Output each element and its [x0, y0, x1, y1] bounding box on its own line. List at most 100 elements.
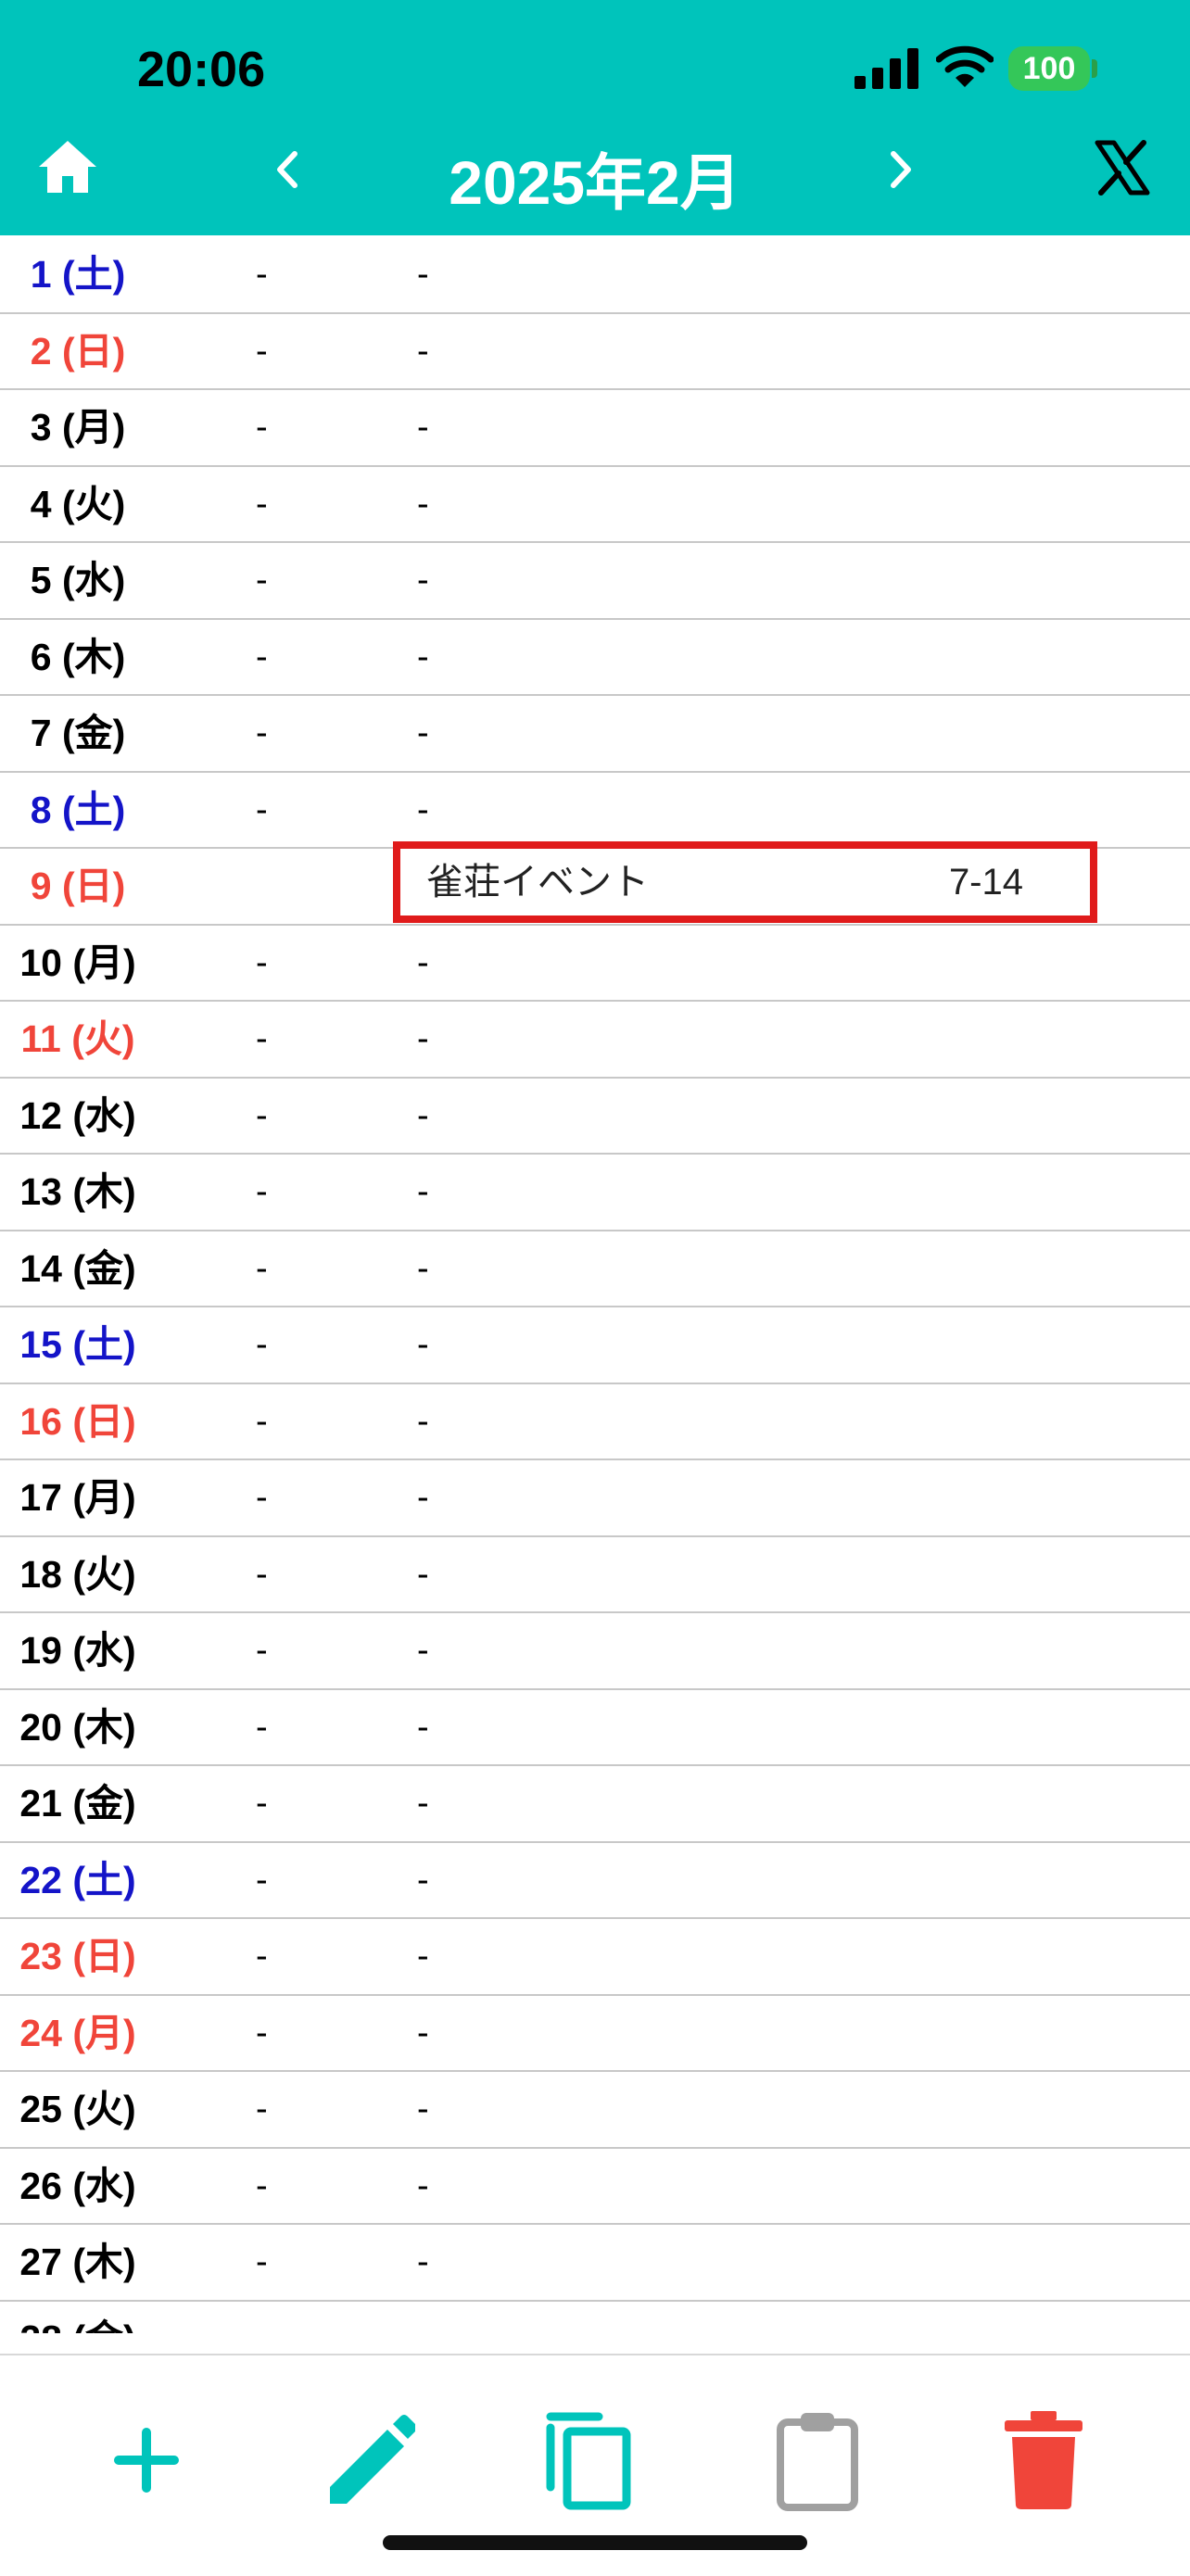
- day-value-a: -: [256, 1172, 268, 1211]
- day-row[interactable]: 3 (月) - -: [0, 390, 1190, 467]
- day-label: 24 (月): [19, 2011, 136, 2054]
- day-list[interactable]: 1 (土) - - 2 (日) - - 3 (月) - - 4 (火) - - 5 (水) - - 6 (木)…: [0, 237, 1190, 2333]
- day-value-a: -: [256, 484, 268, 524]
- clipboard-icon[interactable]: [771, 2409, 864, 2511]
- day-row[interactable]: 15 (土) - -: [0, 1307, 1190, 1384]
- day-value-a: -: [256, 2013, 268, 2052]
- day-row[interactable]: 19 (水) - -: [0, 1613, 1190, 1690]
- day-value-a: -: [256, 789, 268, 829]
- day-label: 16 (日): [19, 1399, 136, 1443]
- day-value-a: -: [256, 1631, 268, 1670]
- battery-indicator: 100: [1008, 46, 1090, 91]
- day-row[interactable]: 24 (月) - -: [0, 1996, 1190, 2072]
- day-row[interactable]: 18 (火) - -: [0, 1537, 1190, 1613]
- day-value-a: -: [256, 713, 268, 752]
- day-value-b: -: [417, 561, 429, 600]
- day-value-a: -: [256, 2166, 268, 2205]
- trash-icon[interactable]: [997, 2409, 1090, 2511]
- day-row[interactable]: 25 (火) - -: [0, 2072, 1190, 2149]
- day-value-a: -: [256, 1707, 268, 1747]
- day-label: 4 (火): [30, 482, 126, 525]
- day-value-b: -: [417, 408, 429, 447]
- day-row[interactable]: 20 (木) - -: [0, 1690, 1190, 1766]
- day-row[interactable]: 13 (木) - -: [0, 1155, 1190, 1231]
- day-row[interactable]: 17 (月) - -: [0, 1460, 1190, 1537]
- home-icon[interactable]: [37, 139, 98, 195]
- wifi-icon: [936, 45, 994, 87]
- day-row[interactable]: 27 (木) - -: [0, 2225, 1190, 2302]
- day-value-a: -: [256, 1019, 268, 1058]
- day-row[interactable]: 10 (月) - -: [0, 926, 1190, 1002]
- x-logo-icon[interactable]: [1094, 139, 1151, 196]
- day-value-b: -: [417, 2166, 429, 2205]
- day-value-a: -: [256, 1554, 268, 1594]
- app-header: 20:06 100 2025年2月: [0, 0, 1190, 235]
- day-value-a: -: [256, 637, 268, 676]
- battery-cap: [1092, 59, 1097, 78]
- day-value-a: -: [256, 1325, 268, 1364]
- day-value-b: -: [417, 1554, 429, 1594]
- day-value-b: -: [417, 942, 429, 982]
- day-row[interactable]: 21 (金) - -: [0, 1766, 1190, 1843]
- plus-icon[interactable]: [100, 2409, 193, 2511]
- day-value-b: -: [417, 1707, 429, 1747]
- day-row[interactable]: 9 (日) 雀荘イベント 7-14: [0, 841, 1190, 926]
- day-value-b: -: [417, 1860, 429, 1900]
- day-label: 28 (金): [0, 2302, 156, 2334]
- day-label: 6 (木): [30, 635, 126, 678]
- day-row[interactable]: 22 (土) - -: [0, 1843, 1190, 1919]
- chevron-left-icon[interactable]: [269, 148, 306, 191]
- day-label: 27 (木): [19, 2241, 136, 2283]
- day-row[interactable]: 14 (金) - -: [0, 1231, 1190, 1307]
- day-value-b: -: [417, 789, 429, 829]
- day-label: 20 (木): [19, 1705, 136, 1749]
- day-label: 22 (土): [19, 1858, 136, 1901]
- day-value-b: -: [417, 2242, 429, 2281]
- day-label: 11 (火): [20, 1017, 135, 1060]
- day-label: 25 (火): [19, 2088, 136, 2130]
- day-label: 19 (水): [19, 1629, 136, 1672]
- day-label: 12 (水): [19, 1093, 136, 1137]
- day-value-b: -: [417, 1019, 429, 1058]
- day-row[interactable]: 8 (土) - -: [0, 773, 1190, 849]
- day-value-b: -: [417, 1095, 429, 1135]
- day-label: 9 (日): [30, 865, 126, 907]
- day-row[interactable]: 16 (日) - -: [0, 1384, 1190, 1460]
- day-value-b: -: [417, 2090, 429, 2128]
- day-row[interactable]: 11 (火) - -: [0, 1002, 1190, 1079]
- day-row[interactable]: 28 (金): [0, 2302, 1190, 2334]
- signal-icon: [855, 48, 918, 89]
- day-label: 14 (金): [19, 1246, 136, 1290]
- day-value-b: -: [417, 331, 429, 371]
- day-row[interactable]: 26 (水) - -: [0, 2149, 1190, 2225]
- day-value-b: -: [417, 1172, 429, 1211]
- day-label: 21 (金): [19, 1782, 136, 1825]
- day-row[interactable]: 1 (土) - -: [0, 237, 1190, 314]
- day-value-a: -: [256, 331, 268, 371]
- day-row[interactable]: 12 (水) - -: [0, 1079, 1190, 1155]
- copy-icon[interactable]: [545, 2409, 638, 2511]
- month-title: 2025年2月: [449, 148, 741, 217]
- chevron-right-icon[interactable]: [882, 148, 919, 191]
- day-label: 3 (月): [30, 406, 126, 448]
- day-value-b: -: [417, 1248, 429, 1288]
- day-label: 2 (日): [30, 329, 126, 373]
- day-value-a: -: [256, 1860, 268, 1900]
- day-value-b: -: [417, 255, 429, 294]
- day-label: 23 (日): [19, 1935, 136, 1977]
- day-label: 13 (木): [19, 1170, 136, 1213]
- day-row[interactable]: 23 (日) - -: [0, 1919, 1190, 1996]
- day-row[interactable]: 7 (金) - -: [0, 696, 1190, 773]
- day-value-b: -: [417, 1325, 429, 1364]
- day-value-a: -: [256, 1401, 268, 1441]
- pencil-icon[interactable]: [323, 2409, 415, 2511]
- day-row[interactable]: 5 (水) - -: [0, 543, 1190, 620]
- day-label: 1 (土): [30, 253, 126, 296]
- day-row[interactable]: 2 (日) - -: [0, 314, 1190, 390]
- day-row[interactable]: 4 (火) - -: [0, 467, 1190, 543]
- day-value-a: -: [256, 408, 268, 447]
- day-row[interactable]: 6 (木) - -: [0, 620, 1190, 696]
- event-entry[interactable]: 雀荘イベント 7-14: [393, 841, 1097, 923]
- day-label: 5 (水): [30, 559, 126, 601]
- day-label: 7 (金): [30, 712, 126, 754]
